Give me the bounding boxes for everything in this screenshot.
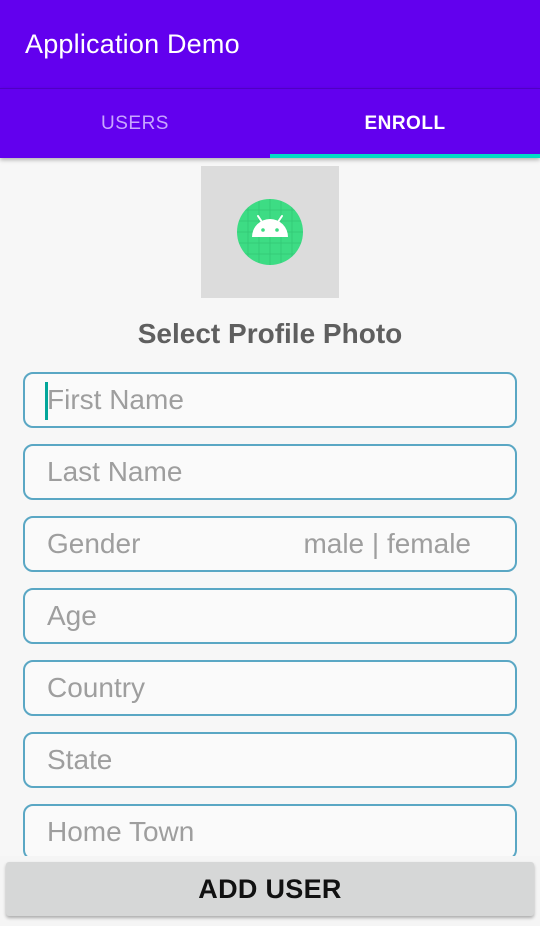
select-profile-photo-label: Select Profile Photo xyxy=(137,318,403,349)
last-name-placeholder: Last Name xyxy=(47,456,183,487)
app-screen: Application Demo USERS ENROLL Select Pro… xyxy=(0,0,540,926)
gender-field[interactable]: Gender male | female xyxy=(23,516,517,572)
tab-enroll[interactable]: ENROLL xyxy=(270,89,540,158)
last-name-field[interactable]: Last Name xyxy=(23,444,517,500)
text-cursor xyxy=(45,382,48,420)
app-bar: Application Demo xyxy=(0,0,540,88)
home-town-field[interactable]: Home Town xyxy=(23,804,517,858)
country-field[interactable]: Country xyxy=(23,660,517,716)
home-town-placeholder: Home Town xyxy=(47,816,195,847)
state-field[interactable]: State xyxy=(23,732,517,788)
tab-users[interactable]: USERS xyxy=(0,89,270,158)
enroll-form: Select Profile Photo First Name Last Nam… xyxy=(0,158,540,858)
gender-placeholder: Gender xyxy=(47,528,141,559)
age-placeholder: Age xyxy=(47,600,97,631)
state-placeholder: State xyxy=(47,744,113,775)
tab-enroll-label: ENROLL xyxy=(364,112,446,134)
app-title: Application Demo xyxy=(25,28,240,59)
age-field[interactable]: Age xyxy=(23,588,517,644)
tab-users-label: USERS xyxy=(101,112,169,134)
gender-options-hint: male | female xyxy=(303,528,471,559)
first-name-placeholder: First Name xyxy=(47,384,184,415)
add-user-button[interactable]: ADD USER xyxy=(6,862,534,916)
bottom-action-bar: ADD USER xyxy=(0,856,540,926)
tab-bar: USERS ENROLL xyxy=(0,88,540,158)
android-icon xyxy=(237,199,303,265)
country-placeholder: Country xyxy=(47,672,146,703)
profile-photo-picker[interactable] xyxy=(201,166,339,298)
first-name-field[interactable]: First Name xyxy=(23,372,517,428)
